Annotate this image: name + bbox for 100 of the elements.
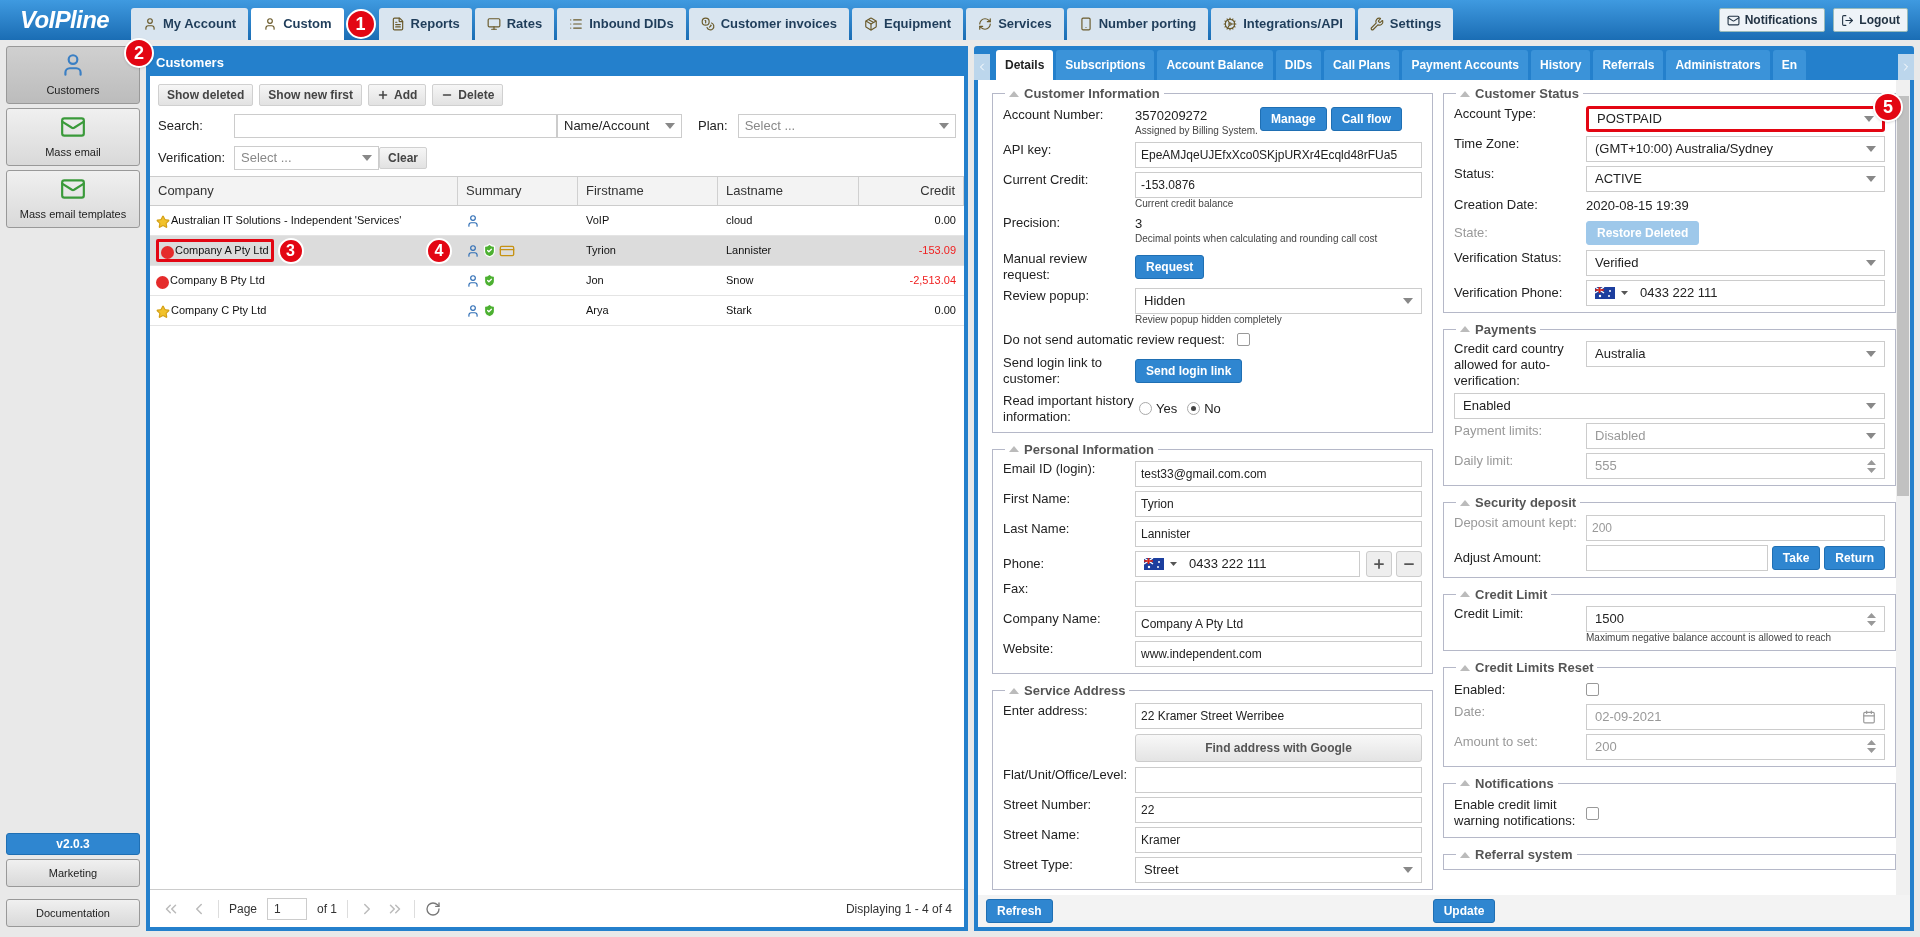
flag-icon (1144, 558, 1164, 570)
scroll-right-button[interactable] (1898, 54, 1914, 80)
phone-field[interactable]: 0433 222 111 (1586, 279, 1885, 306)
column-header[interactable]: Lastname (718, 177, 859, 205)
dropdown-caret-icon (665, 123, 675, 129)
input-field[interactable] (1135, 766, 1422, 793)
input-field[interactable]: Company A Pty Ltd (1135, 611, 1422, 637)
nav-tab[interactable]: Inbound DIDs (557, 8, 686, 40)
select-field[interactable]: Australia (1586, 341, 1885, 367)
action-button[interactable]: Update (1432, 899, 1496, 923)
credit-cell-text: 0.00 (933, 213, 957, 229)
pager-label: of 1 (317, 900, 338, 918)
pager-label: Page (229, 900, 258, 918)
nav-tab[interactable]: My Account (131, 8, 249, 40)
credit-cell-text: 0.00 (933, 303, 957, 319)
select-field[interactable]: Street (1135, 856, 1422, 883)
action-button[interactable]: Request (1135, 254, 1205, 279)
input-field[interactable]: EpeAMJqeUJEfxXco0SKjpURXr4Ecqld48rFUa5 (1135, 141, 1422, 168)
nav-tab[interactable]: Customer invoices (688, 8, 849, 40)
field-label: Credit card country allowed for auto-verification: (1454, 341, 1565, 389)
action-button[interactable]: Call flow (1330, 106, 1402, 131)
sidebar-link[interactable]: Marketing (6, 859, 140, 887)
action-button[interactable]: Take (1771, 545, 1821, 570)
select-field[interactable]: Enabled (1454, 393, 1885, 419)
collapse-icon (1460, 591, 1470, 598)
flag-icon (1595, 286, 1615, 299)
field-label: Flat/Unit/Office/Level: (1003, 766, 1129, 783)
column-header[interactable]: Credit (859, 177, 964, 205)
field-label: Verification Status: (1454, 249, 1563, 266)
field-label: Plan: (698, 117, 728, 136)
select-field[interactable]: ACTIVE (1586, 165, 1885, 192)
action-button[interactable]: Send login link (1135, 358, 1243, 383)
remove-button[interactable] (1396, 551, 1422, 577)
find-address-button[interactable]: Find address with Google (1135, 733, 1422, 762)
phone-icon (1078, 17, 1093, 31)
column-header[interactable]: Firstname (578, 177, 718, 205)
nav-tab[interactable]: Custom (251, 8, 344, 40)
radio-option[interactable]: Yes (1139, 398, 1178, 419)
select-field[interactable]: Hidden (1135, 287, 1422, 314)
nav-tab[interactable]: Reports (378, 8, 472, 40)
sidebar-item[interactable]: Mass email templates (6, 170, 140, 228)
page-field[interactable]: 1 (267, 897, 308, 920)
input-field[interactable] (1586, 544, 1768, 571)
table-cell-text: Snow (725, 273, 755, 289)
table-cell-text: Tyrion (585, 243, 617, 259)
step-marker: 3 (277, 237, 304, 264)
number-field[interactable]: 1500 (1586, 606, 1885, 632)
toolbar-button[interactable]: Show new first (259, 84, 363, 106)
detail-tab[interactable]: Details (996, 50, 1054, 80)
table-row[interactable]: Company A Pty Ltd 3 4 Tyrion Lannister -153.09 (150, 236, 964, 266)
toolbar-button[interactable]: Add (368, 84, 427, 106)
notifications-button[interactable]: Notifications (1718, 8, 1826, 32)
input-field[interactable]: www.independent.com (1135, 641, 1422, 667)
field-label: Account Type: (1454, 105, 1538, 122)
nav-tab[interactable]: Integrations/API (1211, 8, 1355, 40)
sidebar-item[interactable]: Mass email (6, 108, 140, 166)
phone-field[interactable]: 0433 222 111 (1135, 551, 1360, 577)
select-field[interactable]: Verified (1586, 249, 1885, 276)
checkbox[interactable] (1236, 333, 1250, 346)
scroll-left-button[interactable] (974, 54, 990, 80)
select-field[interactable]: Select ... (737, 114, 956, 138)
field-label: Fax: (1003, 581, 1030, 597)
select-field[interactable]: (GMT+10:00) Australia/Sydney (1586, 135, 1885, 162)
nav-tab[interactable]: Settings (1357, 8, 1454, 40)
radio-option[interactable]: No (1187, 398, 1221, 419)
sidebar-link[interactable]: Documentation (6, 899, 140, 927)
input-field[interactable]: -153.0876 (1135, 171, 1422, 198)
field-value: 3570209272 (1135, 106, 1209, 125)
action-button[interactable]: Refresh (986, 899, 1053, 923)
toolbar-button[interactable]: Delete (432, 84, 504, 106)
nav-tab[interactable]: Equipment (851, 8, 964, 40)
checkbox[interactable] (1586, 683, 1599, 696)
input-field[interactable]: 22 Kramer Street Werribee (1135, 702, 1422, 729)
column-header[interactable]: Company (150, 177, 458, 205)
action-button[interactable]: Return (1824, 545, 1885, 570)
section-title: Referral system (1475, 846, 1573, 864)
credit-cell-text: -2,513.04 (908, 273, 957, 289)
toolbar-button[interactable]: Show deleted (158, 84, 254, 106)
input-field[interactable]: Lannister (1135, 521, 1422, 547)
nav-tab[interactable]: Rates (474, 8, 555, 40)
nav-tab[interactable]: Services (966, 8, 1064, 40)
logout-button[interactable]: Logout (1833, 8, 1908, 32)
select-field[interactable]: Name/Account (557, 114, 682, 138)
column-header[interactable]: Summary (458, 177, 578, 205)
toolbar-button[interactable]: Clear (379, 147, 428, 169)
field-label: Amount to set: (1454, 733, 1539, 750)
checkbox[interactable] (1586, 806, 1599, 820)
input-field[interactable]: Kramer (1135, 826, 1422, 853)
field-label: First Name: (1003, 491, 1072, 507)
input-field[interactable]: 22 (1135, 796, 1422, 823)
search-field[interactable] (234, 114, 557, 138)
action-button[interactable]: Manage (1259, 106, 1327, 131)
input-field[interactable] (1135, 581, 1422, 607)
add-button[interactable] (1366, 551, 1392, 577)
select-field[interactable]: Select ... (234, 146, 379, 170)
dropdown-caret-icon (1866, 433, 1876, 439)
input-field[interactable]: Tyrion (1135, 491, 1422, 517)
refresh-icon[interactable] (425, 900, 442, 917)
nav-tab[interactable]: Number porting (1066, 8, 1209, 40)
input-field[interactable]: test33@gmail.com.com (1135, 461, 1422, 487)
